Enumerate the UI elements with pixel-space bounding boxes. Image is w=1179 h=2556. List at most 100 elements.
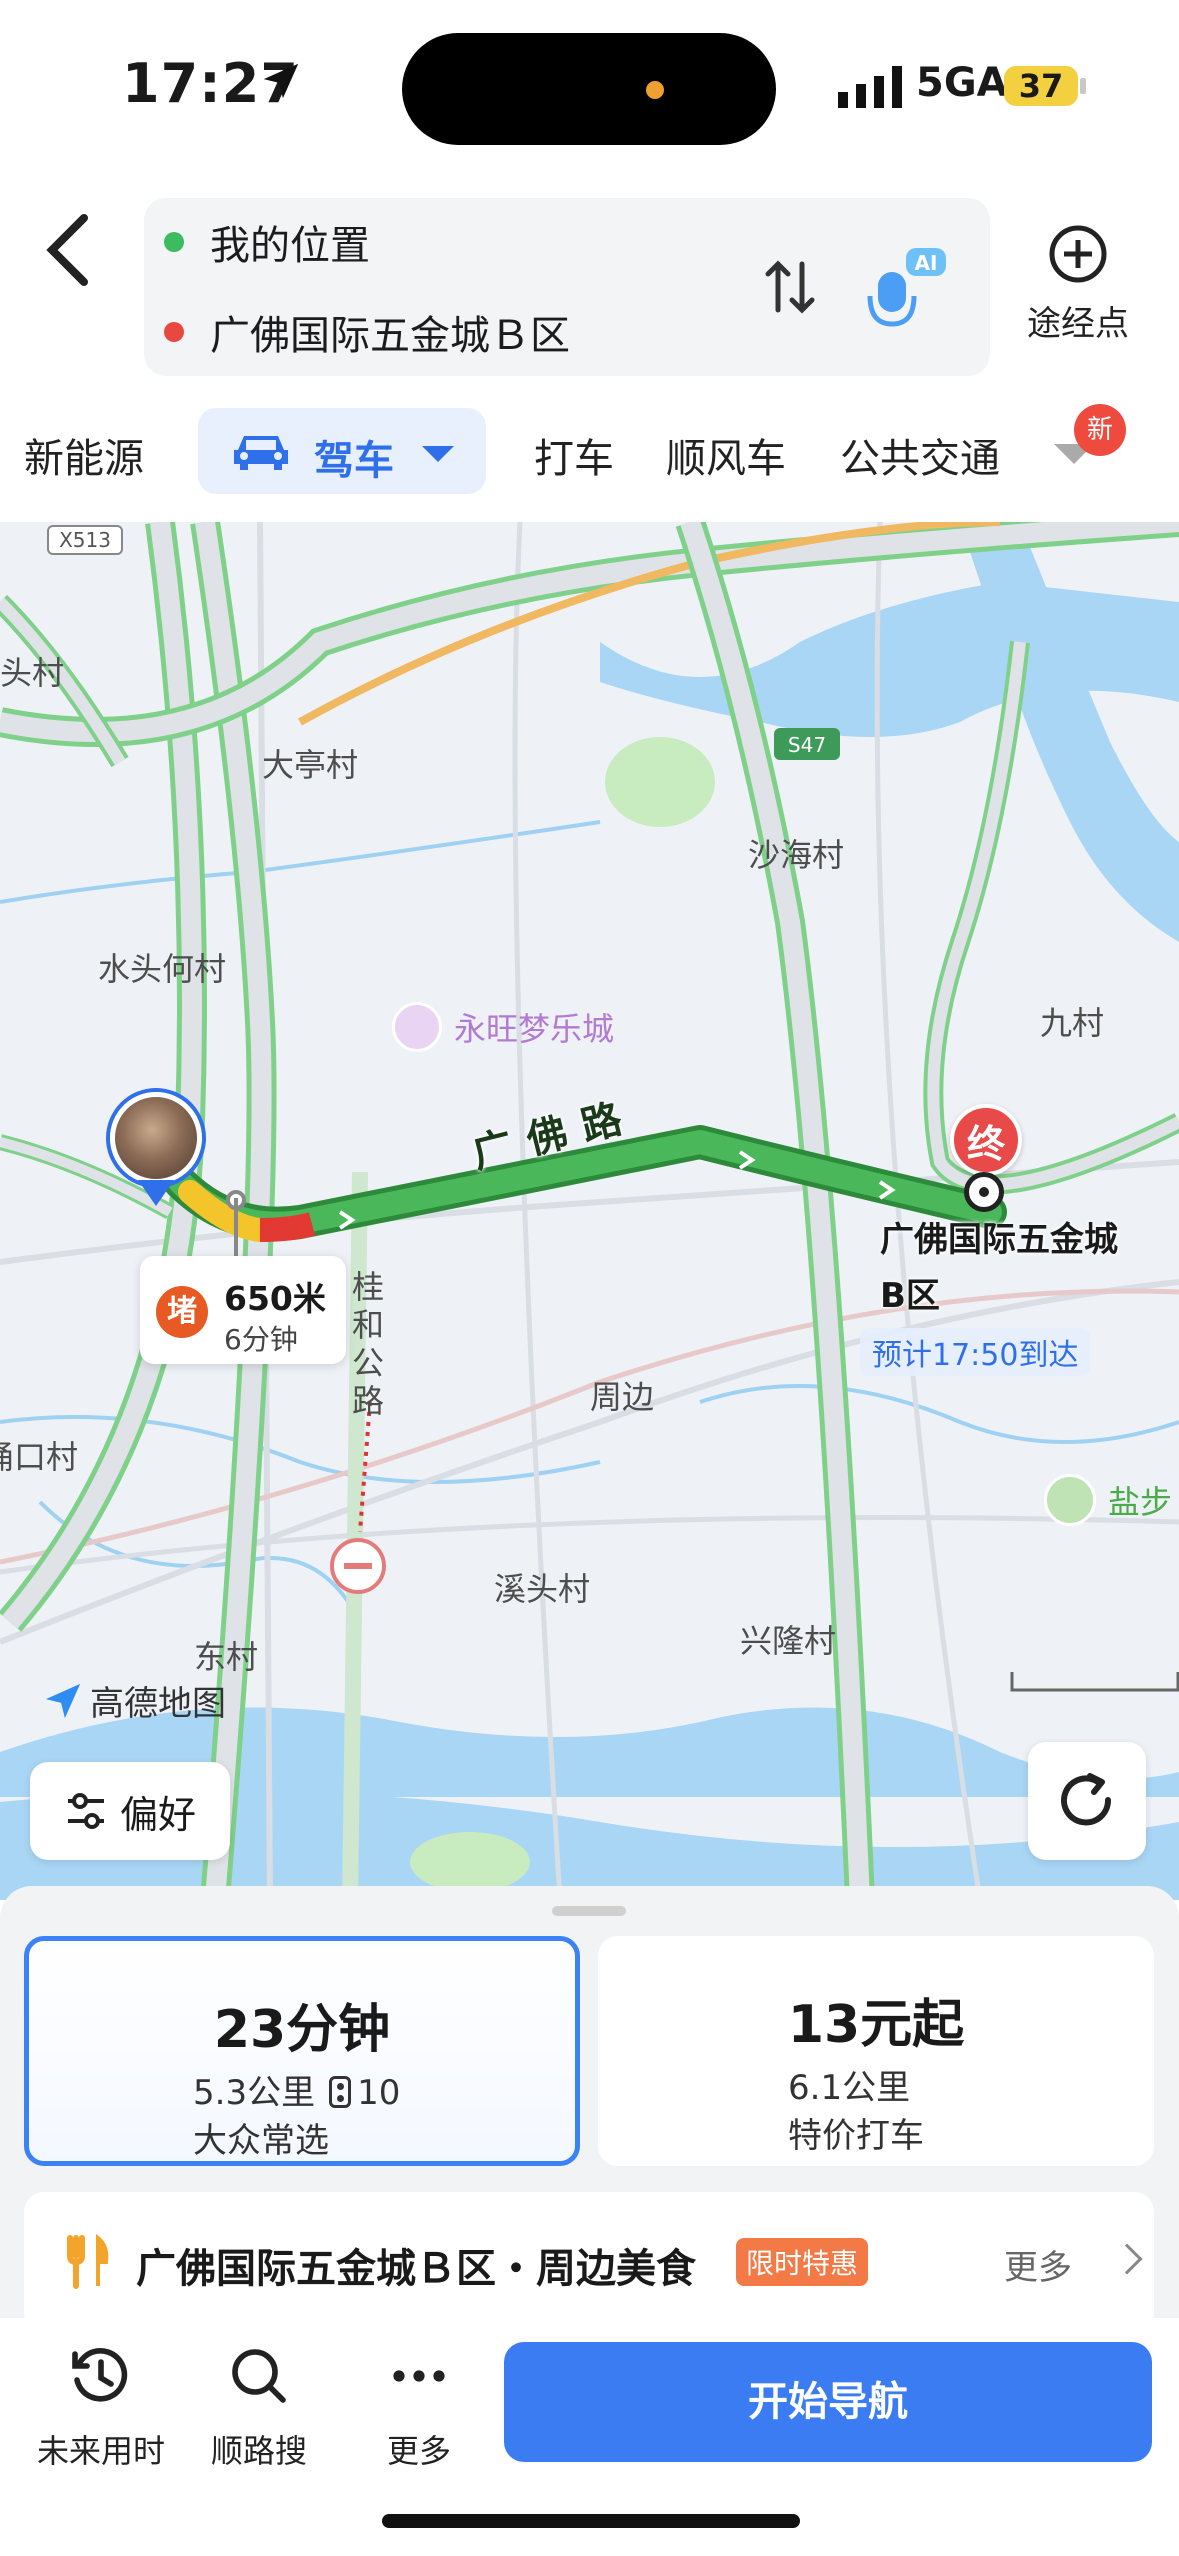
poi-yanbu-label: 盐步 xyxy=(1108,1483,1173,1521)
taxi-distance: 6.1公里 xyxy=(788,2068,911,2108)
map-label-zhoubian: 周边 xyxy=(590,1378,655,1416)
drive-distance-row: 5.3公里 10 xyxy=(193,2065,400,2114)
map-label-xinglongcun: 兴隆村 xyxy=(740,1622,837,1660)
along-route-search-label: 顺路搜 xyxy=(210,2432,307,2470)
user-avatar[interactable] xyxy=(110,1092,202,1184)
gaode-brand-text: 高德地图 xyxy=(90,1684,226,1724)
fork-knife-icon xyxy=(67,2234,109,2289)
taxi-route-option[interactable]: 13元起 6.1公里 特价打车 xyxy=(598,1936,1154,2166)
poi-yongwang[interactable]: 永旺梦乐城 xyxy=(392,1002,614,1052)
refresh-icon xyxy=(1061,1773,1112,1826)
map-label-xitoucun: 溪头村 xyxy=(494,1570,591,1608)
drive-distance: 5.3公里 xyxy=(193,2073,316,2113)
drive-route-option[interactable]: 23分钟 5.3公里 10 大众常选 xyxy=(24,1936,580,2166)
tab-drive-label: 驾车 xyxy=(314,438,394,484)
destination-dot xyxy=(164,322,184,342)
location-arrow-icon xyxy=(263,63,299,99)
ai-voice-icon[interactable]: AI xyxy=(866,244,946,336)
add-waypoint-button[interactable]: 途经点 xyxy=(1018,224,1138,345)
start-navigation-button[interactable]: 开始导航 xyxy=(504,2342,1152,2462)
taxi-price: 13元起 xyxy=(787,1995,965,2055)
dynamic-island xyxy=(402,33,776,145)
map-label-guifo: 桂和公路 xyxy=(351,1268,384,1420)
map-label-kocun: 涌口村 xyxy=(0,1438,78,1476)
chevron-down-icon xyxy=(422,446,454,462)
along-route-search-button[interactable]: 顺路搜 xyxy=(184,2344,334,2472)
food-more-link[interactable]: 更多 xyxy=(1004,2240,1072,2289)
travel-mode-tabs: 新能源 驾车 打车 顺风车 公共交通 新 xyxy=(0,404,1179,502)
s47-shield: S47 xyxy=(788,733,826,757)
status-bar: 17:27 5GA 37 xyxy=(0,0,1179,180)
chevron-right-icon xyxy=(1111,2243,1143,2275)
route-input-box: 我的位置 广佛国际五金城Ｂ区 AI xyxy=(144,198,990,376)
waypoint-label: 途经点 xyxy=(1027,304,1129,344)
network-type: 5GA xyxy=(916,60,1008,106)
swap-route-icon[interactable] xyxy=(760,256,820,318)
future-time-label: 未来用时 xyxy=(36,2432,165,2470)
jam-marker-stick xyxy=(234,1198,238,1258)
traffic-light-icon xyxy=(329,2076,352,2108)
sheet-handle[interactable] xyxy=(552,1906,626,1916)
jam-distance: 650米 xyxy=(224,1279,326,1318)
refresh-button[interactable] xyxy=(1028,1742,1146,1860)
tab-drive[interactable]: 驾车 xyxy=(198,408,486,494)
x513-shield: X513 xyxy=(59,528,111,552)
park-icon xyxy=(1044,1474,1096,1526)
more-label: 更多 xyxy=(386,2432,451,2470)
map-view[interactable]: X513 S47 头村 大亭村 沙海村 水头何村 永旺梦乐城 九村 桂和公路 周… xyxy=(0,522,1179,1900)
tab-carpool[interactable]: 顺风车 xyxy=(666,426,786,484)
back-arrow-icon[interactable] xyxy=(36,206,106,296)
traffic-light-count: 10 xyxy=(357,2073,401,2113)
drive-tag: 大众常选 xyxy=(193,2121,329,2161)
poi-yanbu[interactable]: 盐步 xyxy=(1044,1474,1172,1526)
destination-field[interactable]: 广佛国际五金城Ｂ区 xyxy=(164,292,570,372)
origin-field[interactable]: 我的位置 xyxy=(164,202,370,282)
food-title: 广佛国际五金城Ｂ区・周边美食 xyxy=(136,2246,696,2292)
traffic-jam-callout[interactable]: 堵 650米 6分钟 xyxy=(140,1256,346,1364)
destination-map-label: 广佛国际五金城B区 xyxy=(880,1220,1118,1316)
clock-icon xyxy=(72,2348,128,2402)
gaode-logo-icon xyxy=(45,1683,81,1718)
add-circle-icon xyxy=(1049,225,1107,283)
battery-indicator: 37 xyxy=(1004,66,1078,106)
map-label-dongcun: 东村 xyxy=(194,1638,259,1676)
preference-button[interactable]: 偏好 xyxy=(30,1762,230,1860)
origin-dot xyxy=(164,232,184,252)
signal-icon xyxy=(838,66,902,108)
end-marker[interactable]: 终 xyxy=(950,1104,1022,1176)
jam-badge: 堵 xyxy=(156,1286,208,1338)
tab-public-transit[interactable]: 公共交通 xyxy=(840,426,1006,484)
battery-tip xyxy=(1080,78,1086,94)
search-icon xyxy=(232,2349,286,2403)
map-label-shahaicun: 沙海村 xyxy=(748,836,845,874)
ai-label: AI xyxy=(915,251,938,275)
preference-label: 偏好 xyxy=(119,1792,196,1837)
map-label-datingcun: 大亭村 xyxy=(262,746,359,784)
new-badge: 新 xyxy=(1074,404,1126,456)
more-button[interactable]: 更多 xyxy=(344,2344,494,2472)
current-location-pin xyxy=(138,1180,174,1206)
nearby-food-banner[interactable]: 广佛国际五金城Ｂ区・周边美食 限时特惠 更多 xyxy=(24,2192,1154,2332)
drive-time: 23分钟 xyxy=(213,2000,391,2060)
road-closed-icon[interactable] xyxy=(330,1538,386,1594)
map-label-shuitouhecun: 水头何村 xyxy=(98,950,227,988)
home-indicator[interactable] xyxy=(382,2514,800,2528)
promo-badge: 限时特惠 xyxy=(736,2238,869,2286)
tab-new-energy[interactable]: 新能源 xyxy=(24,426,144,484)
more-dots-icon xyxy=(393,2370,445,2382)
taxi-tag: 特价打车 xyxy=(788,2116,924,2156)
jam-time: 6分钟 xyxy=(224,1323,298,1356)
poi-yongwang-label: 永旺梦乐城 xyxy=(454,1010,615,1048)
map-label-jiucun: 九村 xyxy=(1040,1004,1105,1042)
destination-text: 广佛国际五金城Ｂ区 xyxy=(210,313,570,359)
car-icon xyxy=(234,436,288,470)
map-scale-bar xyxy=(1010,1672,1179,1692)
sliders-icon xyxy=(67,1793,104,1829)
destination-target-icon xyxy=(964,1172,1004,1212)
origin-text: 我的位置 xyxy=(210,223,370,269)
tab-taxi[interactable]: 打车 xyxy=(534,426,614,484)
shopping-bag-icon xyxy=(392,1002,442,1052)
eta-label: 预计17:50到达 xyxy=(860,1328,1091,1376)
future-time-button[interactable]: 未来用时 xyxy=(26,2344,176,2472)
gaode-brand: 高德地图 xyxy=(44,1676,226,1725)
